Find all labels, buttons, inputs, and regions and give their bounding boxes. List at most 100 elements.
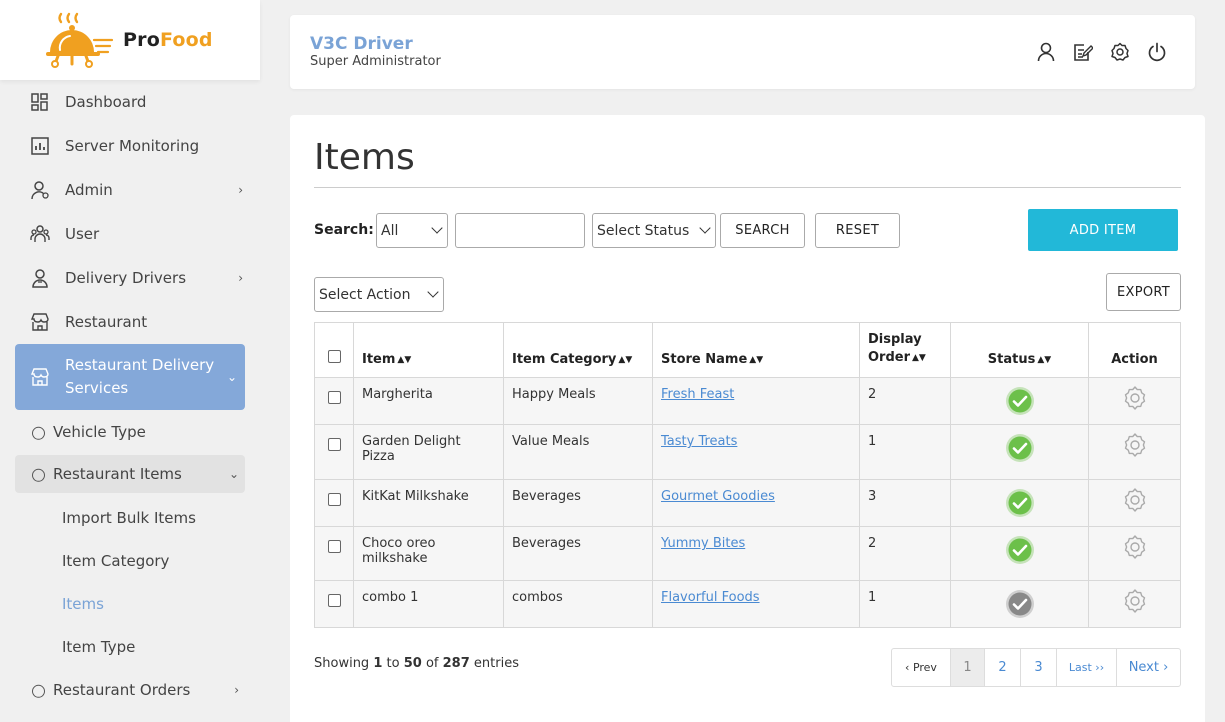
status-active-icon[interactable] [1005,488,1035,518]
action-cell [1088,424,1181,480]
column-header-category[interactable]: Item Category ▲▼ [503,322,653,378]
gear-icon[interactable] [1122,487,1148,513]
sort-icon: ▲▼ [618,355,633,365]
header-actions [1036,42,1167,62]
store-link[interactable]: Yummy Bites [661,536,745,551]
add-item-button[interactable]: ADD ITEM [1028,209,1178,251]
row-checkbox[interactable] [327,493,341,506]
store-link[interactable]: Flavorful Foods [661,590,760,605]
sidebar-link-items[interactable]: Items [62,595,104,613]
sidebar-item-restaurant-delivery-services[interactable]: Restaurant Delivery Services ⌄ [15,344,245,410]
edit-icon[interactable] [1073,42,1094,62]
sidebar-item-admin[interactable]: Admin › [15,170,245,210]
chevron-down-icon: ⌄ [226,370,237,384]
bulk-action-select[interactable]: Select Action [314,277,444,312]
chevron-down-icon [699,222,711,234]
item-name: combo 1 [353,580,504,628]
table-body: Margherita Happy Meals Fresh Feast 2 Garden … [314,377,1181,628]
gear-icon[interactable] [1122,432,1148,458]
status-cell [950,526,1089,581]
sidebar-sub-item-restaurant-items[interactable]: Restaurant Items ⌄ [15,455,245,493]
prev-page-button[interactable]: ‹ Prev [892,649,950,686]
sidebar-link-item-type[interactable]: Item Type [62,638,135,656]
sidebar-link-item-category[interactable]: Item Category [62,552,169,570]
sort-icon: ▲▼ [1037,355,1052,365]
display-order: 1 [859,580,951,628]
column-header-display-order[interactable]: Display Order ▲▼ [859,322,951,378]
status-active-icon[interactable] [1005,535,1035,565]
sidebar-sub-item-vehicle-type[interactable]: Vehicle Type [15,413,245,451]
row-checkbox[interactable] [327,540,341,553]
sidebar-link-import-bulk-items[interactable]: Import Bulk Items [62,509,196,527]
gear-icon[interactable] [1122,534,1148,560]
sidebar-item-user[interactable]: User [15,214,245,254]
next-page-button[interactable]: Next › [1116,649,1180,686]
gear-icon[interactable] [1122,588,1148,614]
item-category: Value Meals [503,424,653,480]
store-icon [30,313,49,331]
cloche-logo-icon [46,12,114,68]
row-checkbox[interactable] [327,391,341,404]
column-header-action: Action [1088,322,1181,378]
last-page-button[interactable]: Last ›› [1056,649,1116,686]
status-select[interactable]: Select Status [592,213,716,248]
dashboard-icon [31,93,48,111]
chevron-right-icon: › [238,271,243,285]
sidebar-item-server-monitoring[interactable]: Server Monitoring [15,126,245,166]
top-header: V3C Driver Super Administrator [290,15,1195,89]
search-input[interactable] [455,213,585,248]
export-button[interactable]: EXPORT [1106,273,1181,311]
chart-icon [31,137,49,155]
reset-button[interactable]: RESET [815,213,900,248]
store-cell: Flavorful Foods [652,580,860,628]
store-cell: Fresh Feast [652,377,860,425]
title-divider [314,187,1181,188]
chevron-right-icon: › [238,183,243,197]
sort-icon: ▲▼ [749,355,764,365]
driver-icon [32,269,48,288]
brand-name: ProFood [123,29,213,51]
search-field-select[interactable]: All [376,213,448,248]
store-link[interactable]: Gourmet Goodies [661,489,775,504]
sidebar-item-restaurant[interactable]: Restaurant [15,302,245,342]
admin-user-icon [31,181,49,200]
select-all-checkbox[interactable] [327,350,341,363]
status-active-icon[interactable] [1005,386,1035,416]
store-cell: Yummy Bites [652,526,860,581]
store-link[interactable]: Fresh Feast [661,387,734,402]
circle-icon [32,468,45,482]
page-button-1[interactable]: 1 [950,649,984,686]
status-active-icon[interactable] [1005,433,1035,463]
profile-icon[interactable] [1036,42,1056,62]
page-button-2[interactable]: 2 [984,649,1020,686]
power-icon[interactable] [1147,42,1167,62]
items-table: Item ▲▼ Item Category ▲▼ Store Name ▲▼ Disp… [314,322,1181,628]
circle-icon [32,684,45,698]
sidebar-item-delivery-drivers[interactable]: Delivery Drivers › [15,258,245,298]
status-inactive-icon[interactable] [1005,589,1035,619]
sidebar-sub-item-restaurant-orders[interactable]: Restaurant Orders › [15,671,245,709]
search-label: Search: [314,222,374,238]
sidebar-item-dashboard[interactable]: Dashboard [15,82,245,122]
store-icon [30,368,49,386]
app-title: V3C Driver [310,34,413,54]
settings-icon[interactable] [1110,42,1130,62]
status-cell [950,377,1089,425]
gear-icon[interactable] [1122,385,1148,411]
status-cell [950,424,1089,480]
column-header-status[interactable]: Status ▲▼ [950,322,1089,378]
chevron-down-icon [431,222,443,234]
action-cell [1088,580,1181,628]
logo[interactable]: ProFood [0,0,260,80]
column-header-store[interactable]: Store Name ▲▼ [652,322,860,378]
store-cell: Tasty Treats [652,424,860,480]
row-checkbox[interactable] [327,438,341,451]
table-row: Garden Delight Pizza Value Meals Tasty Tre… [314,424,1181,480]
column-header-item[interactable]: Item ▲▼ [353,322,504,378]
entries-info: Showing 1 to 50 of 287 entries [314,656,519,671]
main-content: Items Search: All Select Status SEARCH R… [290,115,1205,722]
row-checkbox[interactable] [327,594,341,607]
store-link[interactable]: Tasty Treats [661,434,737,449]
page-button-3[interactable]: 3 [1020,649,1056,686]
search-button[interactable]: SEARCH [720,213,805,248]
